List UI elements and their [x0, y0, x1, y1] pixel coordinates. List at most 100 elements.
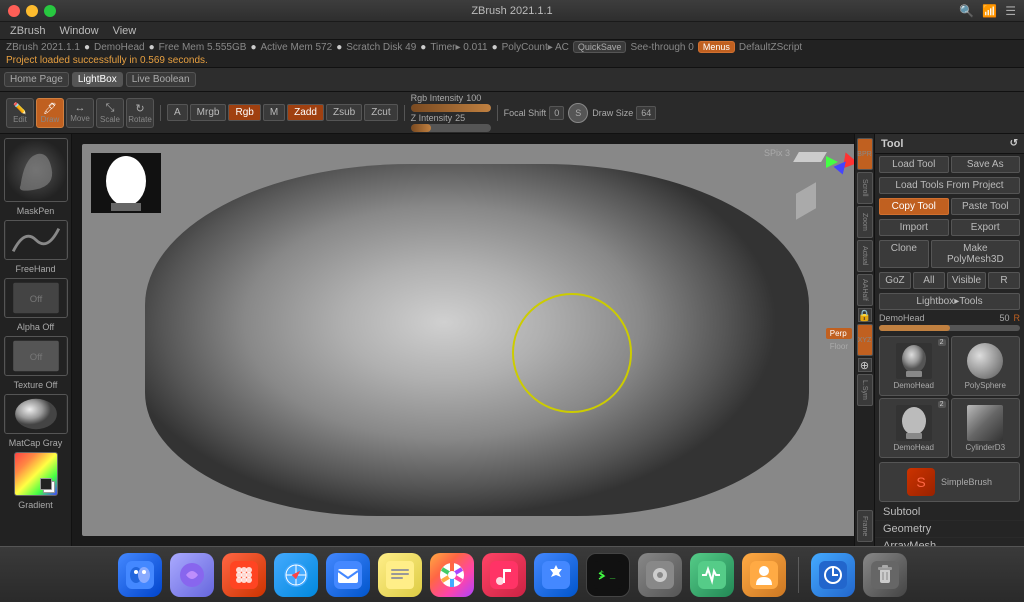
lightbox-tools-button[interactable]: Lightbox▸Tools [879, 293, 1020, 310]
rotate-button[interactable]: ↻ Rotate [126, 98, 154, 128]
draw-button[interactable]: 🖊 Draw [36, 98, 64, 128]
demohead2-tool-thumb[interactable]: DemoHead 2 [879, 398, 949, 458]
mrgb-button[interactable]: Mrgb [190, 104, 227, 121]
color-picker[interactable] [14, 452, 58, 496]
quicksave-button[interactable]: QuickSave [573, 41, 627, 53]
dock-appstore-icon[interactable] [534, 553, 578, 597]
a-button[interactable]: A [167, 104, 188, 121]
cylinder-tool-thumb[interactable]: CylinderD3 [951, 398, 1021, 458]
arraymesh-item[interactable]: ArrayMesh [875, 538, 1024, 546]
simplebrush-tool-thumb[interactable]: S SimpleBrush [879, 462, 1020, 502]
dock-music-icon[interactable] [482, 553, 526, 597]
aahalf-button[interactable]: AAHalf [857, 274, 873, 306]
s-button[interactable]: S [568, 103, 588, 123]
polysphere-tool-thumb[interactable]: PolySphere [951, 336, 1021, 396]
window-menu[interactable]: Window [53, 24, 104, 38]
zadd-button[interactable]: Zadd [287, 104, 324, 121]
canvas-area[interactable]: SPix 3 BPR Scroll Zoom Actual AAHalf 🔒 X… [72, 134, 874, 546]
move-button[interactable]: ↔ Move [66, 98, 94, 128]
viewport[interactable]: SPix 3 [82, 144, 864, 536]
all-button[interactable]: All [913, 272, 945, 289]
export-button[interactable]: Export [951, 219, 1021, 236]
subtool-item[interactable]: Subtool [875, 504, 1024, 521]
zsub-button[interactable]: Zsub [326, 104, 362, 121]
dock-photos-icon[interactable] [430, 553, 474, 597]
maximize-button[interactable] [44, 5, 56, 17]
nav-cube[interactable] [796, 152, 856, 207]
matcap-label: MatCap Gray [9, 438, 63, 448]
focal-shift-value[interactable]: 0 [549, 106, 564, 120]
demohead-slider-track[interactable] [875, 324, 1024, 332]
scroll-button[interactable]: Scroll [857, 172, 873, 204]
see-through-label: See-through 0 [630, 42, 693, 53]
symmetry-icon[interactable]: ⊕ [858, 358, 872, 372]
scale-button[interactable]: ⤡ Scale [96, 98, 124, 128]
zcut-button[interactable]: Zcut [364, 104, 397, 121]
actual-button[interactable]: Actual [857, 240, 873, 272]
tool-reset-icon[interactable]: ↺ [1010, 138, 1018, 149]
zoom-button[interactable]: Zoom [857, 206, 873, 238]
close-button[interactable] [8, 5, 20, 17]
view-menu[interactable]: View [107, 24, 143, 38]
menus-button[interactable]: Menus [698, 41, 735, 53]
gradient-label: Gradient [18, 500, 53, 510]
alpha-preview[interactable]: Off [4, 278, 68, 318]
import-button[interactable]: Import [879, 219, 949, 236]
dock-trash-icon[interactable] [863, 553, 907, 597]
toolbar: Home Page LightBox Live Boolean [0, 68, 1024, 92]
dock-notes-icon[interactable] [378, 553, 422, 597]
rgb-button[interactable]: Rgb [228, 104, 260, 121]
edit-button[interactable]: ✏️ Edit [6, 98, 34, 128]
dock-people-icon[interactable] [742, 553, 786, 597]
m-button[interactable]: M [263, 104, 285, 121]
rgb-intensity-value: 100 [466, 93, 481, 103]
load-tool-button[interactable]: Load Tool [879, 156, 949, 173]
dock-fitness-icon[interactable] [690, 553, 734, 597]
demo-head-label: DemoHead [94, 42, 145, 53]
clone-button[interactable]: Clone [879, 240, 929, 268]
dock-launchpad-icon[interactable] [222, 553, 266, 597]
dock-finder-icon[interactable] [118, 553, 162, 597]
save-as-button[interactable]: Save As [951, 156, 1021, 173]
brush-preview[interactable] [4, 138, 68, 202]
copy-tool-button[interactable]: Copy Tool [879, 198, 949, 215]
lightbox-tab[interactable]: LightBox [72, 72, 123, 87]
goz-button[interactable]: GoZ [879, 272, 911, 289]
dock-terminal-icon[interactable]: $ _ [586, 553, 630, 597]
perp-button[interactable]: Perp [826, 328, 852, 339]
dock-recents-icon[interactable] [811, 553, 855, 597]
frame-button[interactable]: Frame [857, 510, 873, 542]
app-menu[interactable]: ZBrush [4, 24, 51, 38]
freehand-brush-preview[interactable] [4, 220, 68, 260]
xyz-button[interactable]: XYZ [857, 324, 873, 356]
search-icon[interactable]: 🔍 [959, 4, 974, 18]
demohead-tool-thumb[interactable]: DemoHead 2 [879, 336, 949, 396]
dock-siri-icon[interactable] [170, 553, 214, 597]
floor-button[interactable]: Floor [826, 341, 852, 352]
visible-button[interactable]: Visible [947, 272, 986, 289]
minimize-button[interactable] [26, 5, 38, 17]
r-button[interactable]: R [988, 272, 1020, 289]
draw-size-value[interactable]: 64 [636, 106, 656, 120]
make-polymesh-button[interactable]: Make PolyMesh3D [931, 240, 1020, 268]
dock-safari-icon[interactable] [274, 553, 318, 597]
z-intensity-slider[interactable] [411, 124, 491, 132]
home-page-tab[interactable]: Home Page [4, 72, 69, 87]
menu-icon[interactable]: ☰ [1005, 4, 1016, 18]
lsym-button[interactable]: L.Sym [857, 374, 873, 406]
geometry-item[interactable]: Geometry [875, 521, 1024, 538]
texture-preview[interactable]: Off [4, 336, 68, 376]
live-boolean-tab[interactable]: Live Boolean [126, 72, 196, 87]
dock-system-prefs-icon[interactable] [638, 553, 682, 597]
titlebar-right: 🔍 📶 ☰ [959, 4, 1016, 18]
rgb-intensity-slider[interactable] [411, 104, 491, 112]
demohead-slider-value: 50 [999, 313, 1009, 323]
dock-mail-icon[interactable] [326, 553, 370, 597]
texture-label: Texture Off [14, 380, 58, 390]
bpr-button[interactable]: BPR [857, 138, 873, 170]
paste-tool-button[interactable]: Paste Tool [951, 198, 1021, 215]
load-tools-from-project-button[interactable]: Load Tools From Project [879, 177, 1020, 194]
alpha-label: Alpha Off [17, 322, 54, 332]
lock-icon[interactable]: 🔒 [858, 308, 872, 322]
matcap-preview[interactable] [4, 394, 68, 434]
